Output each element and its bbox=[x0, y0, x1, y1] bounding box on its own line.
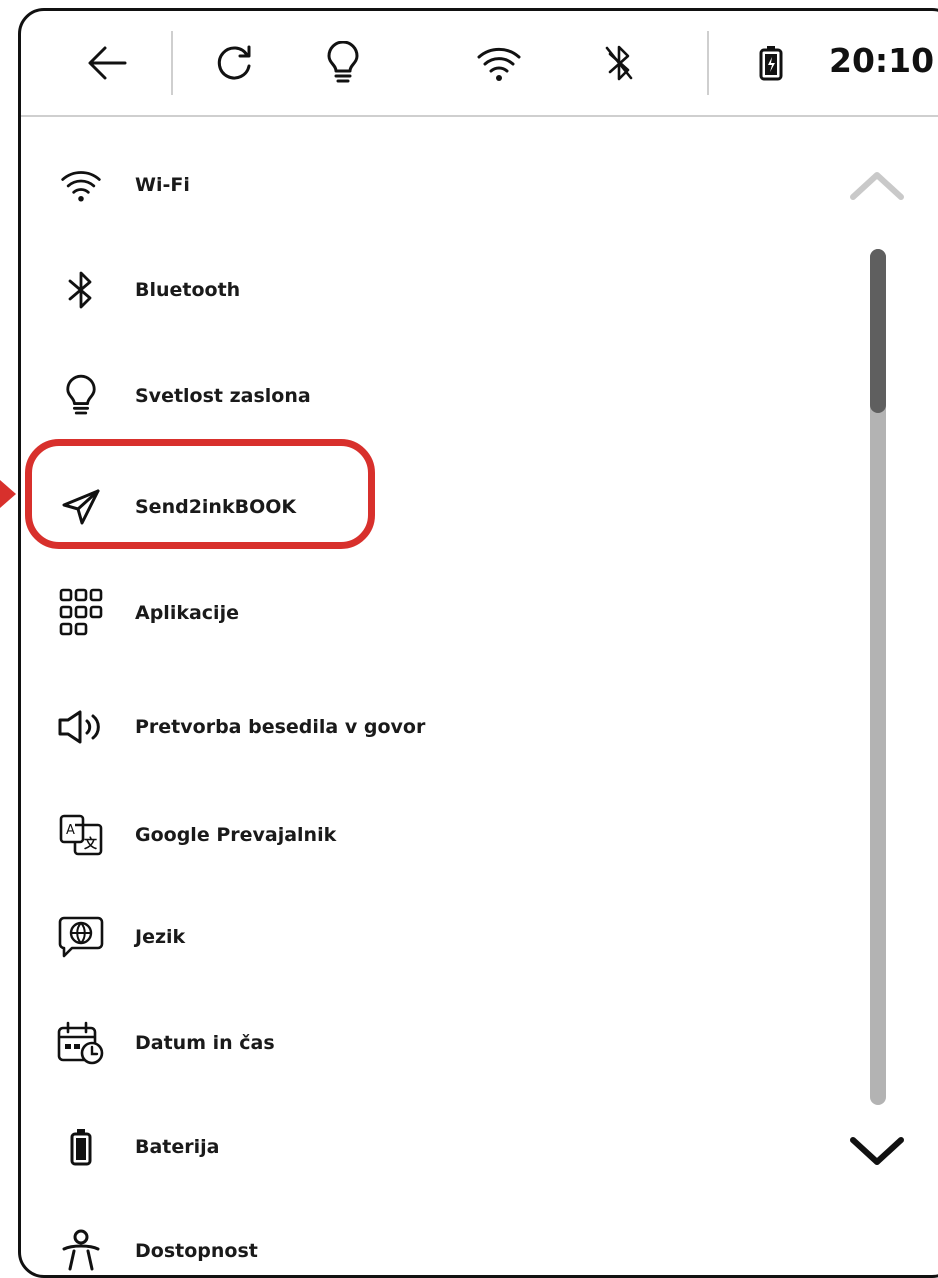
menu-item-label: Wi-Fi bbox=[135, 174, 190, 196]
menu-item-label: Baterija bbox=[135, 1136, 220, 1158]
status-divider bbox=[171, 31, 173, 95]
highlight-box bbox=[25, 439, 375, 549]
speaker-icon bbox=[53, 687, 109, 767]
menu-item-label: Bluetooth bbox=[135, 279, 241, 301]
menu-item-aplikacije[interactable]: Aplikacije bbox=[21, 573, 841, 653]
bluetooth-off-icon[interactable] bbox=[589, 33, 649, 93]
scrollbar-thumb[interactable] bbox=[870, 249, 886, 413]
chevron-down-icon[interactable] bbox=[841, 1123, 913, 1179]
svg-text:A: A bbox=[66, 823, 75, 838]
menu-item-label: Dostopnost bbox=[135, 1240, 258, 1262]
accessibility-icon bbox=[53, 1211, 109, 1275]
menu-item-pretvorba-besedila[interactable]: Pretvorba besedila v govor bbox=[21, 687, 841, 767]
status-divider bbox=[707, 31, 709, 95]
apps-grid-icon bbox=[53, 573, 109, 653]
menu-item-google-prevajalnik[interactable]: A 文 Google Prevajalnik bbox=[21, 795, 841, 875]
menu-item-label: Jezik bbox=[135, 926, 186, 948]
menu-item-label: Google Prevajalnik bbox=[135, 824, 337, 846]
lightbulb-icon bbox=[53, 356, 109, 436]
translate-icon: A 文 bbox=[53, 795, 109, 875]
back-arrow-icon[interactable] bbox=[77, 33, 137, 93]
menu-item-dostopnost[interactable]: Dostopnost bbox=[21, 1211, 841, 1275]
chevron-up-icon[interactable] bbox=[841, 161, 913, 211]
globe-chat-icon bbox=[53, 897, 109, 977]
bluetooth-icon bbox=[53, 250, 109, 330]
menu-item-wifi[interactable]: Wi-Fi bbox=[21, 145, 841, 225]
battery-icon bbox=[53, 1107, 109, 1187]
refresh-icon[interactable] bbox=[205, 33, 265, 93]
battery-icon bbox=[741, 33, 801, 93]
annotation-arrow bbox=[0, 480, 16, 508]
menu-item-label: Aplikacije bbox=[135, 602, 239, 624]
menu-item-datum-in-cas[interactable]: Datum in čas bbox=[21, 1003, 841, 1083]
device-screen: 20:10 Wi-Fi Bluetooth Svetlost zaslona S… bbox=[18, 8, 938, 1278]
menu-item-svetlost-zaslona[interactable]: Svetlost zaslona bbox=[21, 356, 841, 436]
menu-item-baterija[interactable]: Baterija bbox=[21, 1107, 841, 1187]
svg-text:文: 文 bbox=[84, 836, 98, 852]
menu-item-label: Svetlost zaslona bbox=[135, 385, 311, 407]
menu-item-label: Pretvorba besedila v govor bbox=[135, 716, 426, 738]
calendar-clock-icon bbox=[53, 1003, 109, 1083]
wifi-icon bbox=[53, 145, 109, 225]
status-bar: 20:10 bbox=[21, 11, 938, 117]
menu-item-bluetooth[interactable]: Bluetooth bbox=[21, 250, 841, 330]
clock-time: 20:10 bbox=[829, 41, 935, 80]
wifi-icon[interactable] bbox=[469, 33, 529, 93]
menu-item-label: Datum in čas bbox=[135, 1032, 275, 1054]
menu-item-jezik[interactable]: Jezik bbox=[21, 897, 841, 977]
lightbulb-icon[interactable] bbox=[313, 33, 373, 93]
